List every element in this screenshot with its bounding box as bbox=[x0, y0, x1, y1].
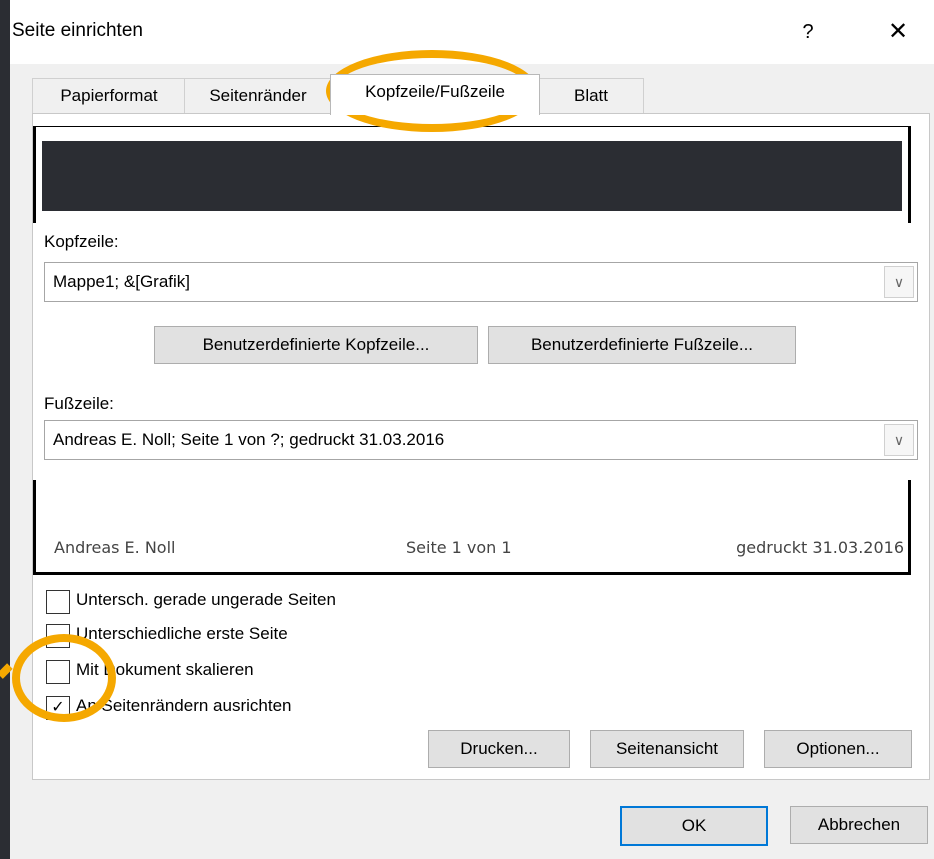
ok-button[interactable]: OK bbox=[620, 806, 768, 846]
header-label: Kopfzeile: bbox=[44, 232, 119, 251]
chevron-down-icon[interactable]: ∨ bbox=[884, 424, 914, 456]
tab-sheet[interactable]: Blatt bbox=[538, 78, 644, 113]
checkbox-first-page-label: Unterschiedliche erste Seite bbox=[76, 624, 288, 643]
custom-footer-button[interactable]: Benutzerdefinierte Fußzeile... bbox=[488, 326, 796, 364]
checkbox-align-margins-label: An Seitenrändern ausrichten bbox=[76, 696, 292, 715]
footer-label: Fußzeile: bbox=[44, 394, 114, 413]
footer-preview-center: Seite 1 von 1 bbox=[406, 538, 512, 557]
custom-header-button[interactable]: Benutzerdefinierte Kopfzeile... bbox=[154, 326, 478, 364]
footer-select[interactable]: Andreas E. Noll; Seite 1 von ?; gedruckt… bbox=[44, 420, 918, 460]
help-button[interactable]: ? bbox=[788, 14, 828, 50]
title-bar: Seite einrichten ? ✕ bbox=[10, 0, 934, 64]
page-setup-dialog: Seite einrichten ? ✕ Papierformat Seiten… bbox=[10, 0, 934, 859]
checkbox-odd-even-box[interactable] bbox=[46, 590, 70, 614]
cancel-button[interactable]: Abbrechen bbox=[790, 806, 928, 844]
checkbox-align-margins-box[interactable]: ✓ bbox=[46, 696, 70, 720]
print-button[interactable]: Drucken... bbox=[428, 730, 570, 768]
checkbox-first-page-box[interactable] bbox=[46, 624, 70, 648]
footer-preview-right: gedruckt 31.03.2016 bbox=[736, 538, 904, 557]
header-preview bbox=[33, 126, 911, 223]
close-button[interactable]: ✕ bbox=[876, 14, 920, 50]
tab-paper-format[interactable]: Papierformat bbox=[32, 78, 186, 113]
header-select-value: Mappe1; &[Grafik] bbox=[53, 272, 191, 291]
checkbox-scale-with-document-box[interactable] bbox=[46, 660, 70, 684]
dialog-title: Seite einrichten bbox=[12, 20, 143, 41]
tab-margins[interactable]: Seitenränder bbox=[184, 78, 332, 113]
header-select[interactable]: Mappe1; &[Grafik] ∨ bbox=[44, 262, 918, 302]
header-preview-area bbox=[42, 141, 902, 211]
footer-preview: Andreas E. Noll Seite 1 von 1 gedruckt 3… bbox=[33, 480, 911, 575]
footer-preview-left: Andreas E. Noll bbox=[54, 538, 176, 557]
checkbox-odd-even-label: Untersch. gerade ungerade Seiten bbox=[76, 590, 336, 609]
checkbox-scale-with-document-label: Mit Dokument skalieren bbox=[76, 660, 254, 679]
tab-header-footer[interactable]: Kopfzeile/Fußzeile bbox=[330, 74, 540, 115]
footer-select-value: Andreas E. Noll; Seite 1 von ?; gedruckt… bbox=[53, 430, 445, 449]
options-button[interactable]: Optionen... bbox=[764, 730, 912, 768]
print-preview-button[interactable]: Seitenansicht bbox=[590, 730, 744, 768]
chevron-down-icon[interactable]: ∨ bbox=[884, 266, 914, 298]
